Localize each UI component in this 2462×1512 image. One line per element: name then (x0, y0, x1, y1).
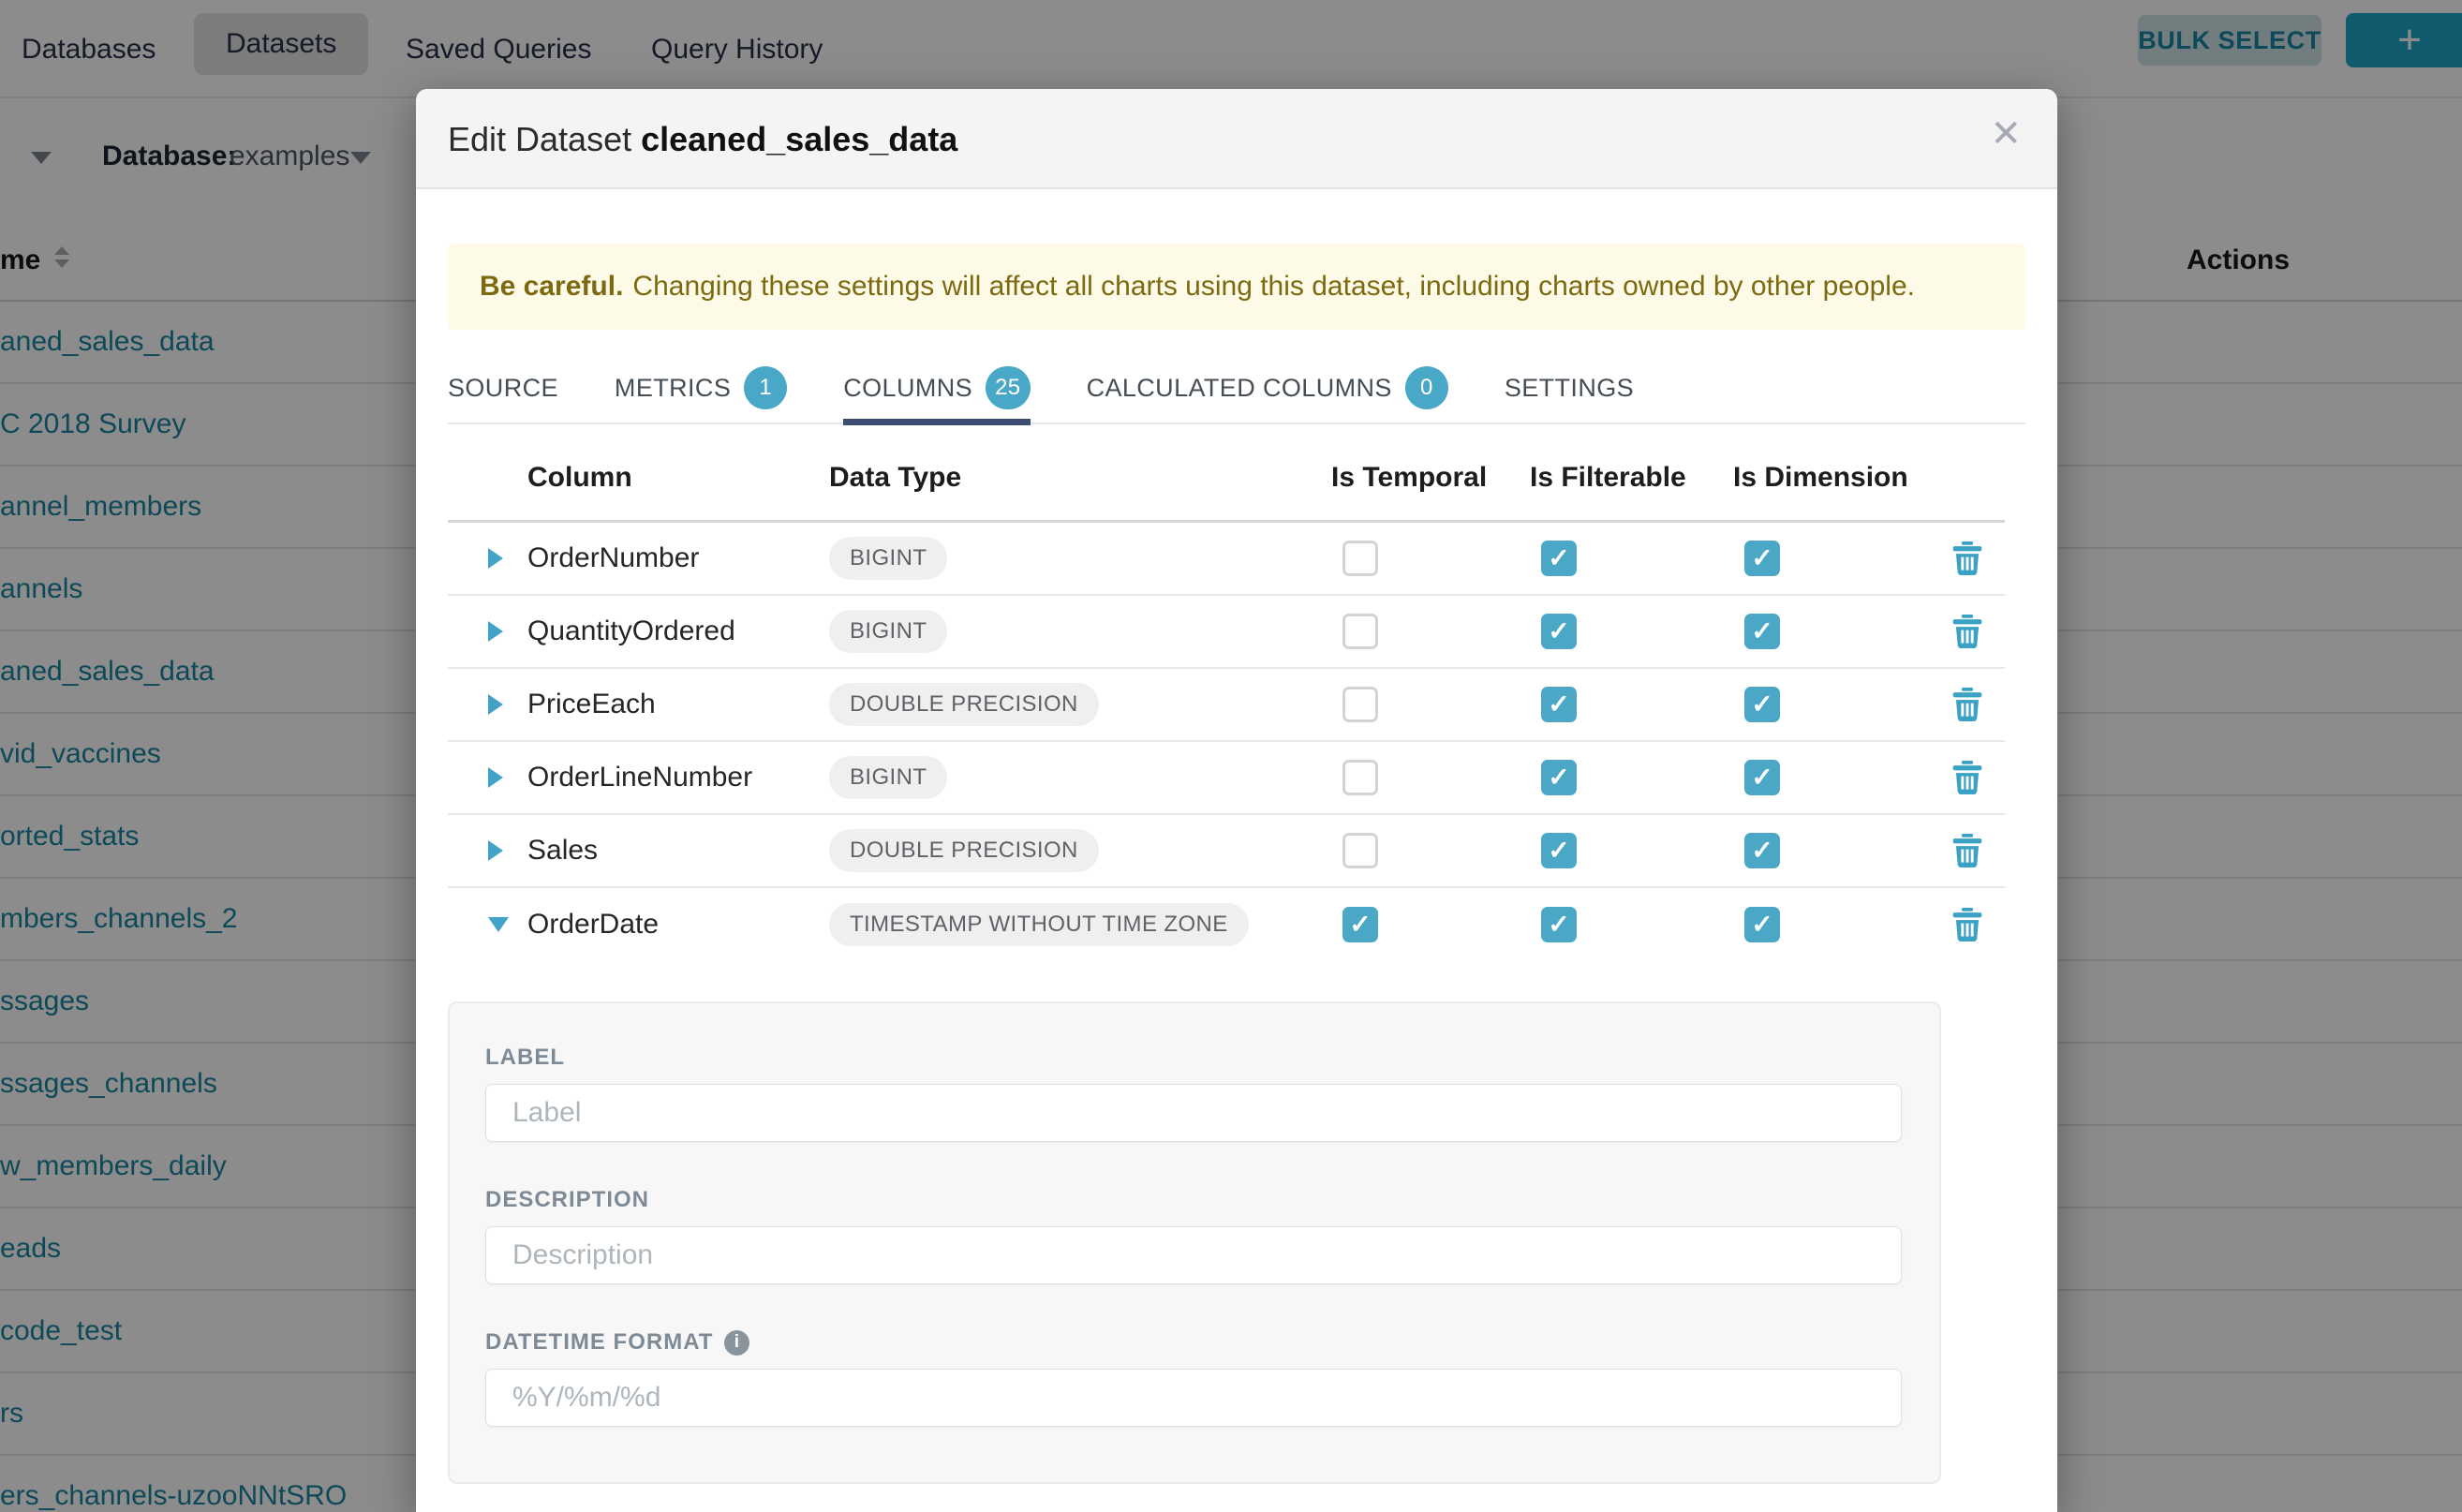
data-type-pill: BIGINT (829, 537, 947, 580)
datetime-format-label-text: DATETIME FORMAT (485, 1329, 713, 1356)
column-name: Sales (527, 835, 829, 867)
data-type-pill: DOUBLE PRECISION (829, 829, 1099, 872)
delete-column-button[interactable] (1951, 541, 2005, 576)
label-input[interactable] (485, 1084, 1902, 1142)
column-row: OrderNumber BIGINT ✓ ✓ ✓ (448, 523, 2005, 596)
is-dimension-checkbox[interactable]: ✓ (1744, 760, 1780, 795)
warning-banner: Be careful. Changing these settings will… (448, 244, 2025, 330)
is-filterable-checkbox[interactable]: ✓ (1541, 907, 1577, 942)
edit-dataset-modal: Edit Dataset cleaned_sales_data ✕ Be car… (416, 89, 2057, 1512)
column-name: OrderLineNumber (527, 762, 829, 793)
data-type-pill: BIGINT (829, 756, 947, 799)
is-temporal-checkbox[interactable]: ✓ (1342, 614, 1378, 649)
tab-source[interactable]: SOURCE (448, 352, 558, 423)
delete-column-button[interactable] (1951, 833, 2005, 868)
modal-body: Be careful. Changing these settings will… (416, 244, 2057, 1484)
warning-text: Changing these settings will affect all … (632, 271, 1915, 303)
delete-column-button[interactable] (1951, 687, 2005, 722)
label-field-label-text: LABEL (485, 1045, 565, 1071)
expand-caret-icon[interactable] (488, 694, 503, 715)
is-temporal-checkbox[interactable]: ✓ (1342, 833, 1378, 868)
columns-table-header: Column Data Type Is Temporal Is Filterab… (448, 424, 2005, 523)
tab-metrics[interactable]: METRICS 1 (615, 352, 787, 423)
column-name: QuantityOrdered (527, 615, 829, 647)
tab-settings[interactable]: SETTINGS (1505, 352, 1634, 423)
tab-label: METRICS (615, 374, 731, 403)
modal-title-prefix: Edit Dataset (448, 120, 641, 158)
is-dimension-checkbox[interactable]: ✓ (1744, 907, 1780, 942)
is-dimension-checkbox[interactable]: ✓ (1744, 614, 1780, 649)
is-temporal-checkbox[interactable]: ✓ (1342, 687, 1378, 722)
is-filterable-checkbox[interactable]: ✓ (1541, 614, 1577, 649)
is-dimension-checkbox[interactable]: ✓ (1744, 833, 1780, 868)
is-filterable-checkbox[interactable]: ✓ (1541, 760, 1577, 795)
tab-count-badge: 0 (1405, 366, 1448, 409)
description-input[interactable] (485, 1226, 1902, 1284)
trash-icon (1951, 541, 1983, 576)
tab-label: COLUMNS (843, 374, 972, 403)
is-filterable-checkbox[interactable]: ✓ (1541, 687, 1577, 722)
tab-label: SETTINGS (1505, 374, 1634, 403)
trash-icon (1951, 614, 1983, 649)
column-editor-panel: LABEL DESCRIPTION DATETIME FORMAT i (448, 1001, 1941, 1484)
datasets-page: Databases Datasets Saved Queries Query H… (0, 0, 2462, 1512)
delete-column-button[interactable] (1951, 907, 2005, 942)
column-row: QuantityOrdered BIGINT ✓ ✓ ✓ (448, 596, 2005, 669)
data-type-pill: TIMESTAMP WITHOUT TIME ZONE (829, 903, 1249, 946)
warning-bold-text: Be careful. (480, 271, 623, 303)
description-field-label: DESCRIPTION (485, 1187, 1904, 1213)
is-temporal-checkbox[interactable]: ✓ (1342, 760, 1378, 795)
trash-icon (1951, 833, 1983, 868)
data-type-pill: DOUBLE PRECISION (829, 683, 1099, 726)
column-row: Sales DOUBLE PRECISION ✓ ✓ ✓ (448, 815, 2005, 888)
is-temporal-checkbox[interactable]: ✓ (1342, 907, 1378, 942)
column-row: PriceEach DOUBLE PRECISION ✓ ✓ ✓ (448, 669, 2005, 742)
modal-title-dataset-name: cleaned_sales_data (641, 120, 957, 158)
column-name: PriceEach (527, 689, 829, 720)
tab-columns[interactable]: COLUMNS 25 (843, 352, 1030, 423)
modal-header: Edit Dataset cleaned_sales_data ✕ (416, 89, 2057, 189)
is-filterable-checkbox[interactable]: ✓ (1541, 833, 1577, 868)
columns-rows: OrderNumber BIGINT ✓ ✓ ✓ QuantityOrdered… (448, 523, 2005, 961)
data-type-pill: BIGINT (829, 610, 947, 653)
datetime-format-input[interactable] (485, 1369, 1902, 1427)
column-name: OrderDate (527, 909, 829, 941)
expand-caret-icon[interactable] (488, 548, 503, 569)
column-row: OrderDate TIMESTAMP WITHOUT TIME ZONE ✓ … (448, 888, 2005, 961)
is-dimension-header: Is Dimension (1733, 462, 1951, 494)
expand-caret-icon[interactable] (488, 767, 503, 788)
is-temporal-checkbox[interactable]: ✓ (1342, 541, 1378, 576)
tab-label: CALCULATED COLUMNS (1087, 374, 1392, 403)
modal-title: Edit Dataset cleaned_sales_data (448, 120, 957, 159)
is-filterable-header: Is Filterable (1530, 462, 1733, 494)
is-filterable-checkbox[interactable]: ✓ (1541, 541, 1577, 576)
column-header: Column (527, 462, 829, 494)
collapse-caret-icon[interactable] (488, 917, 509, 932)
delete-column-button[interactable] (1951, 614, 2005, 649)
trash-icon (1951, 907, 1983, 942)
tab-count-badge: 25 (986, 366, 1031, 409)
delete-column-button[interactable] (1951, 760, 2005, 795)
is-dimension-checkbox[interactable]: ✓ (1744, 541, 1780, 576)
expand-caret-icon[interactable] (488, 840, 503, 861)
datetime-format-field-label: DATETIME FORMAT i (485, 1329, 1904, 1356)
close-icon[interactable]: ✕ (1990, 115, 2022, 153)
label-field-label: LABEL (485, 1045, 1904, 1071)
info-icon[interactable]: i (724, 1330, 749, 1356)
expand-caret-icon[interactable] (488, 621, 503, 642)
tab-count-badge: 1 (744, 366, 787, 409)
data-type-header: Data Type (829, 462, 1331, 494)
columns-table: Column Data Type Is Temporal Is Filterab… (448, 424, 2005, 961)
column-row: OrderLineNumber BIGINT ✓ ✓ ✓ (448, 742, 2005, 815)
trash-icon (1951, 760, 1983, 795)
is-temporal-header: Is Temporal (1331, 462, 1530, 494)
trash-icon (1951, 687, 1983, 722)
tab-label: SOURCE (448, 374, 558, 403)
modal-tabs: SOURCE METRICS 1 COLUMNS 25 CALCULATED C… (448, 353, 2025, 424)
tab-calculated-columns[interactable]: CALCULATED COLUMNS 0 (1087, 352, 1448, 423)
column-name: OrderNumber (527, 542, 829, 574)
description-field-label-text: DESCRIPTION (485, 1187, 649, 1213)
is-dimension-checkbox[interactable]: ✓ (1744, 687, 1780, 722)
